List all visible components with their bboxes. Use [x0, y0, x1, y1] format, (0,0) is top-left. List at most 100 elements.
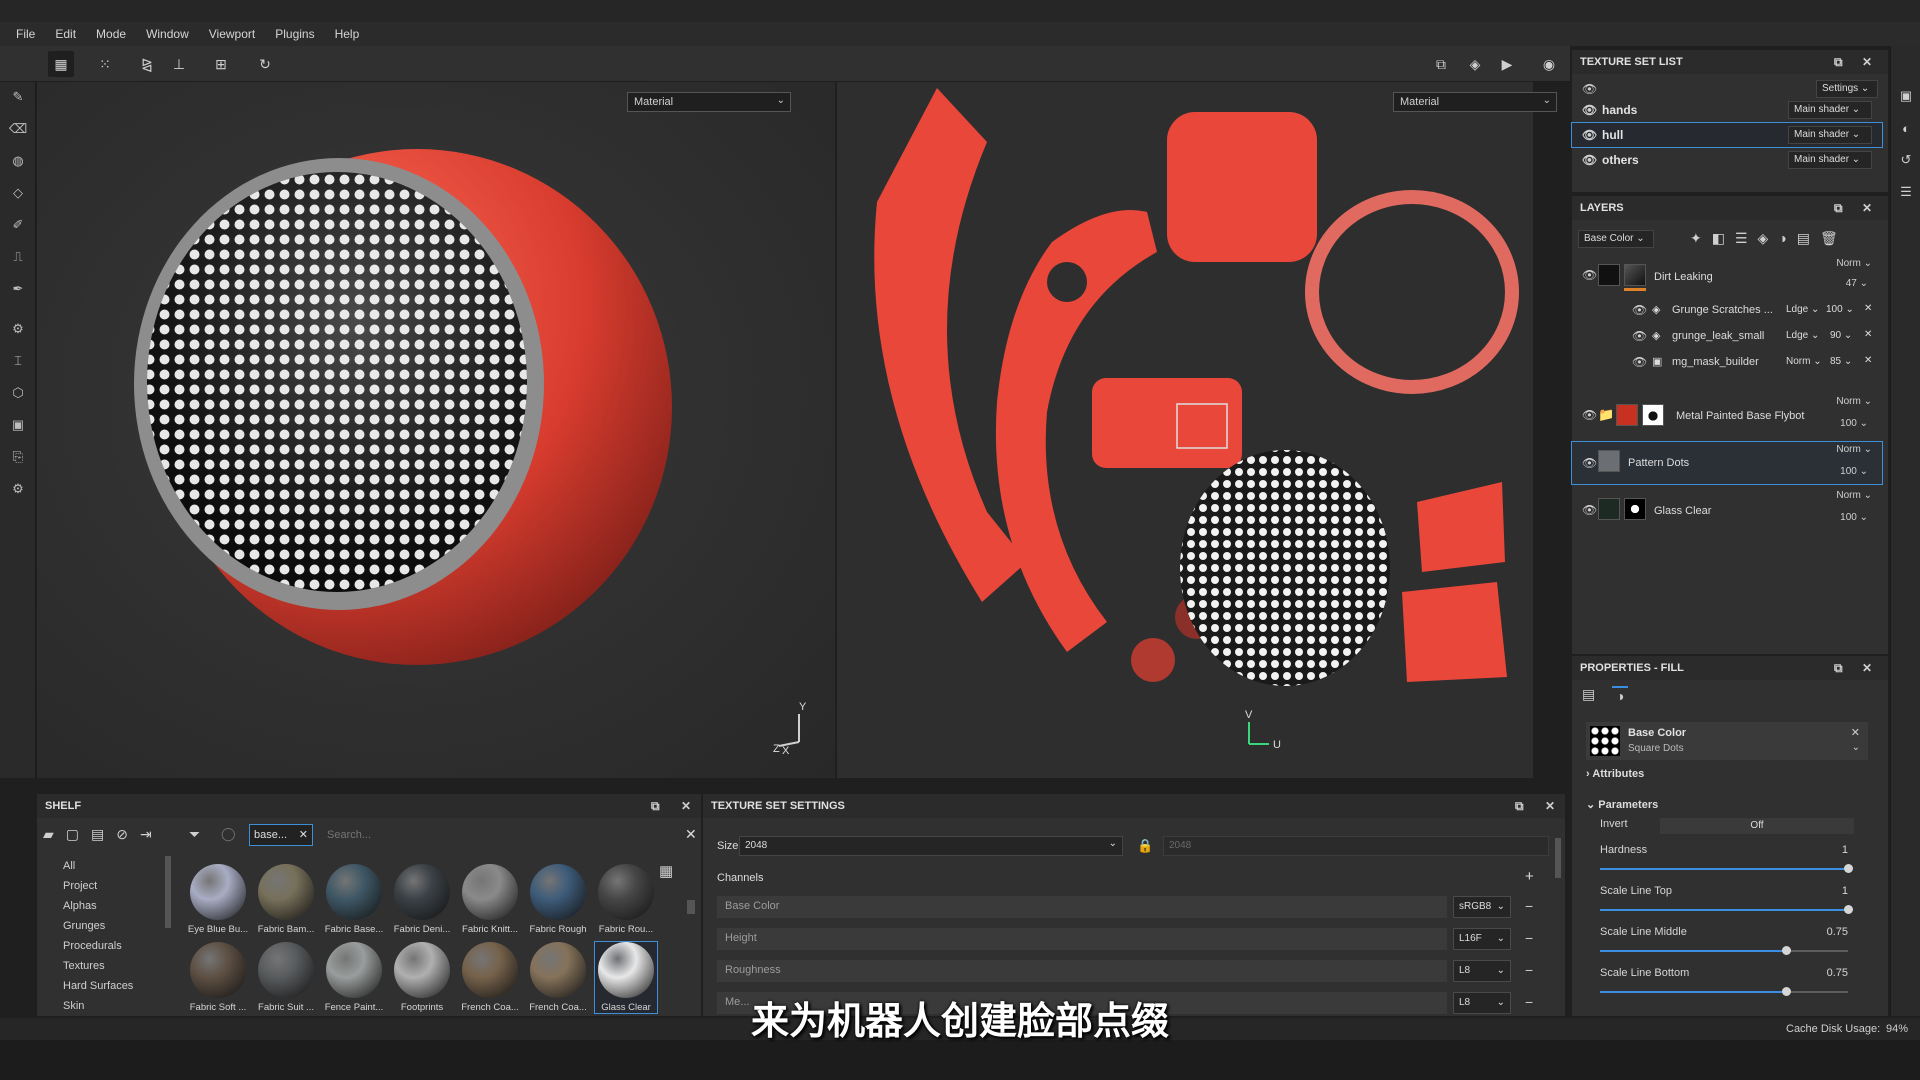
smudge-icon[interactable]: ✐ — [9, 216, 27, 234]
scale-line-middle-slider[interactable] — [1600, 946, 1848, 955]
undock-icon[interactable]: ⧉ — [1834, 661, 1843, 676]
hardness-value[interactable]: 1 — [1842, 844, 1848, 856]
scale-line-bottom-value[interactable]: 0.75 — [1827, 967, 1848, 979]
add-folder-icon[interactable]: ▤ — [1797, 230, 1820, 246]
eye-icon[interactable]: 👁 — [1582, 128, 1597, 142]
layer-row[interactable]: 👁 Dirt Leaking Norm ⌄ 47 ⌄ — [1572, 258, 1882, 292]
invert-toggle[interactable]: Off — [1660, 818, 1854, 834]
opacity-value[interactable]: 47 ⌄ — [1846, 278, 1868, 289]
clone-stamp-icon[interactable]: ⎍ — [9, 248, 27, 266]
opacity-value[interactable]: 100 ⌄ — [1840, 512, 1868, 523]
material-thumbnail[interactable]: Fabric Bam... — [255, 864, 317, 935]
blend-mode-dropdown[interactable]: Ldge ⌄ — [1786, 304, 1819, 315]
add-effect-icon[interactable]: ✦ — [1690, 230, 1712, 246]
add-layer-icon[interactable]: ☰ — [1735, 230, 1758, 246]
import-icon[interactable]: ⇥ — [140, 826, 164, 842]
add-frame-icon[interactable]: ⊞ — [208, 51, 234, 77]
close-icon[interactable]: ✕ — [299, 828, 308, 841]
blend-mode-dropdown[interactable]: Ldge ⌄ — [1786, 330, 1819, 341]
material-thumbnail[interactable]: Fabric Deni... — [391, 864, 453, 935]
parameters-section[interactable]: ⌄ Parameters — [1586, 798, 1658, 811]
shelf-category-grunges[interactable]: Grunges — [63, 920, 105, 932]
blend-mode-dropdown[interactable]: Norm ⌄ — [1836, 444, 1872, 455]
cube-view-icon[interactable]: ◈ — [1462, 51, 1488, 77]
filter-icon[interactable]: ⏷ — [189, 826, 200, 843]
eye-icon[interactable]: 👁 — [1582, 408, 1597, 422]
color-picker-icon[interactable]: ✒ — [9, 280, 27, 298]
size-dropdown[interactable]: 2048 ⌄ — [739, 836, 1123, 856]
close-icon[interactable]: ✕ — [1862, 201, 1872, 215]
shader-dropdown[interactable]: Main shader ⌄ — [1788, 126, 1872, 144]
remove-channel-icon[interactable]: − — [1525, 930, 1533, 946]
display-settings-icon[interactable]: ◐ — [1898, 120, 1914, 136]
paint-brush-icon[interactable]: ✎ — [9, 88, 27, 106]
grid-snap-icon[interactable]: ⁙ — [92, 51, 118, 77]
menu-plugins[interactable]: Plugins — [265, 27, 324, 41]
camera-video-icon[interactable]: ▶ — [1494, 51, 1520, 77]
blend-mode-dropdown[interactable]: Norm ⌄ — [1836, 490, 1872, 501]
material-thumbnail[interactable]: Fabric Rou... — [595, 864, 657, 935]
material-thumbnail[interactable]: Fabric Knitt... — [459, 864, 521, 935]
shelf-category-all[interactable]: All — [63, 860, 75, 872]
grid-view-icon[interactable]: ▦ — [659, 862, 673, 880]
slider-knob[interactable] — [1844, 905, 1853, 914]
shelf-search-input[interactable] — [323, 824, 685, 846]
channel-format-dropdown[interactable]: L8 ⌄ — [1453, 960, 1511, 982]
channel-row[interactable]: Height — [717, 928, 1447, 950]
scale-line-top-value[interactable]: 1 — [1842, 885, 1848, 897]
chevron-down-icon[interactable]: ⌄ — [1852, 742, 1860, 753]
history-icon[interactable]: ↻ — [252, 51, 278, 77]
opacity-value[interactable]: 85 ⌄ — [1830, 356, 1852, 367]
close-icon[interactable]: ✕ — [1851, 726, 1860, 739]
menu-mode[interactable]: Mode — [86, 27, 136, 41]
blend-mode-dropdown[interactable]: Norm ⌄ — [1786, 356, 1822, 367]
eye-icon[interactable]: 👁 — [1632, 355, 1647, 369]
shader-dropdown[interactable]: Main shader ⌄ — [1788, 151, 1872, 169]
opacity-value[interactable]: 100 ⌄ — [1826, 304, 1854, 315]
menu-viewport[interactable]: Viewport — [199, 27, 265, 41]
history-icon[interactable]: ↺ — [1898, 152, 1914, 168]
category-scrollbar[interactable] — [165, 856, 171, 928]
effect-row[interactable]: 👁 ◈ Grunge Scratches ... Ldge ⌄ 100 ⌄ ✕ — [1572, 300, 1882, 322]
photoshop-icon[interactable]: ▣ — [9, 416, 27, 434]
remove-icon[interactable]: ✕ — [1864, 303, 1872, 314]
menu-file[interactable]: File — [6, 27, 45, 41]
viewport-3d[interactable]: Material ⌄ Y Z X — [37, 82, 835, 778]
blend-mode-dropdown[interactable]: Norm ⌄ — [1836, 396, 1872, 407]
texture-set-hands[interactable]: 👁 hands Main shader ⌄ — [1572, 98, 1882, 122]
eraser-icon[interactable]: ⌫ — [9, 120, 27, 138]
export-icon[interactable]: ⎘ — [9, 448, 27, 466]
lock-icon[interactable]: 🔒 — [1137, 838, 1153, 854]
material-thumbnail[interactable]: Fabric Rough — [527, 864, 589, 935]
list-icon[interactable]: ▤ — [91, 826, 116, 842]
close-icon[interactable]: ✕ — [1862, 661, 1872, 675]
texture-set-others[interactable]: 👁 others Main shader ⌄ — [1572, 148, 1882, 172]
geometry-icon[interactable]: ⬡ — [9, 384, 27, 402]
select-mode-icon[interactable]: ▦ — [48, 51, 74, 77]
shader-dropdown[interactable]: Main shader ⌄ — [1788, 101, 1872, 119]
close-icon[interactable]: ✕ — [1545, 799, 1555, 813]
hide-icon[interactable]: ⊘ — [116, 826, 140, 842]
filter-tag-chip[interactable]: base... ✕ — [249, 824, 313, 846]
channel-dropdown[interactable]: Base Color ⌄ — [1578, 230, 1654, 248]
measure-icon[interactable]: ⌶ — [9, 352, 27, 370]
undock-icon[interactable]: ⧉ — [1515, 799, 1524, 814]
add-mask-icon[interactable]: ◧ — [1712, 230, 1735, 246]
undock-icon[interactable]: ⧉ — [1834, 55, 1843, 70]
slider-knob[interactable] — [1844, 864, 1853, 873]
fill-source-slot[interactable]: Base Color Square Dots ✕ ⌄ — [1586, 722, 1868, 760]
close-icon[interactable]: ✕ — [681, 799, 691, 813]
shelf-category-project[interactable]: Project — [63, 880, 97, 892]
eye-icon[interactable]: 👁 — [1582, 268, 1597, 282]
eye-icon[interactable]: 👁 — [1582, 103, 1597, 117]
shelf-category-procedurals[interactable]: Procedurals — [63, 940, 122, 952]
new-item-icon[interactable]: ▢ — [66, 826, 91, 842]
eye-icon[interactable]: 👁 — [1632, 329, 1647, 343]
eye-icon[interactable]: 👁 — [1632, 303, 1647, 317]
eye-icon[interactable]: 👁 — [1582, 503, 1597, 517]
texture-set-icon[interactable]: ▣ — [1898, 88, 1914, 104]
remove-channel-icon[interactable]: − — [1525, 962, 1533, 978]
eye-icon[interactable]: 👁 — [1582, 153, 1597, 167]
delete-icon[interactable]: 🗑 — [1820, 230, 1848, 246]
settings-gear-icon[interactable]: ⚙ — [9, 480, 27, 498]
